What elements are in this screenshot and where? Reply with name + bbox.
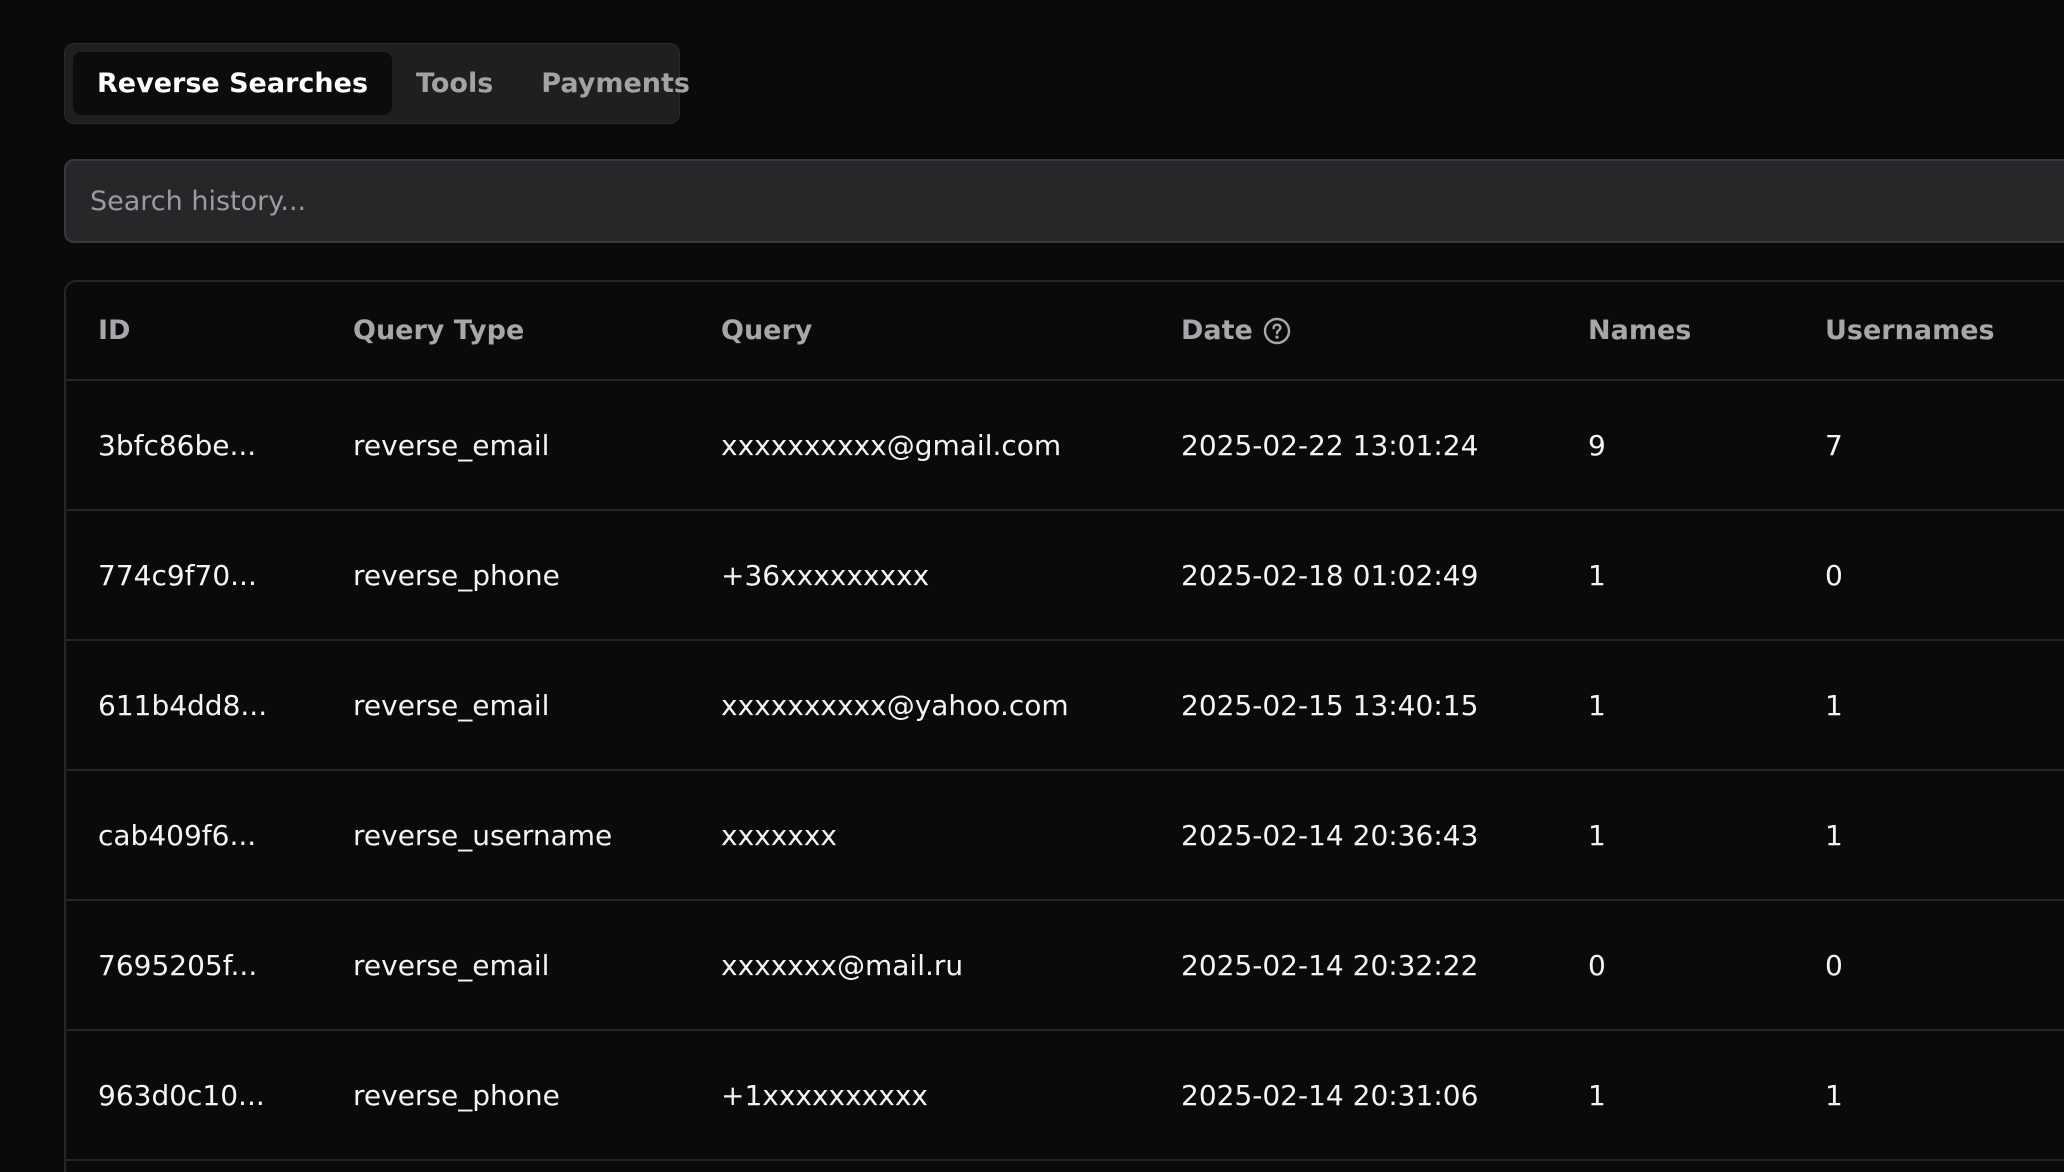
cell-date: 2025-02-14 20:32:22 (1181, 948, 1479, 982)
cell-id: 774c9f70... (98, 558, 257, 592)
cell-id: 7695205f... (98, 948, 258, 982)
cell-id: 963d0c10... (98, 1078, 265, 1112)
cell-date: 2025-02-14 20:31:06 (1181, 1078, 1479, 1112)
cell-date: 2025-02-14 20:36:43 (1181, 818, 1479, 852)
table-row[interactable]: 7695205f... reverse_email xxxxxxx@mail.r… (66, 901, 2064, 1031)
table-row[interactable]: 611b4dd8... reverse_email xxxxxxxxxx@yah… (66, 641, 2064, 771)
table-header: ID Query Type Query Date Names Usernames (66, 282, 2064, 381)
cell-query: +1xxxxxxxxxx (721, 1078, 928, 1112)
cell-names: 1 (1588, 818, 1606, 852)
cell-usernames: 0 (1825, 948, 1843, 982)
cell-usernames: 7 (1825, 428, 1843, 462)
cell-names: 9 (1588, 428, 1606, 462)
cell-id: cab409f6... (98, 818, 257, 852)
cell-query-type: reverse_username (353, 818, 613, 852)
table-body: 3bfc86be... reverse_email xxxxxxxxxx@gma… (66, 381, 2064, 1161)
cell-query-type: reverse_email (353, 688, 550, 722)
cell-query-type: reverse_email (353, 428, 550, 462)
cell-query: xxxxxxx@mail.ru (721, 948, 964, 982)
column-header-id[interactable]: ID (98, 282, 130, 379)
table-row[interactable]: 774c9f70... reverse_phone +36xxxxxxxxx 2… (66, 511, 2064, 641)
cell-query-type: reverse_email (353, 948, 550, 982)
cell-names: 1 (1588, 558, 1606, 592)
history-page: Reverse Searches Tools Payments ID Query… (0, 0, 2064, 1172)
cell-usernames: 1 (1825, 688, 1843, 722)
date-header-label: Date (1181, 315, 1253, 346)
tab-payments[interactable]: Payments (517, 52, 714, 115)
history-table: ID Query Type Query Date Names Usernames… (64, 280, 2064, 1172)
search-input[interactable] (66, 161, 2064, 241)
cell-query: +36xxxxxxxxx (721, 558, 930, 592)
cell-usernames: 0 (1825, 558, 1843, 592)
cell-date: 2025-02-15 13:40:15 (1181, 688, 1479, 722)
tab-bar: Reverse Searches Tools Payments (64, 43, 690, 124)
column-header-usernames[interactable]: Usernames (1825, 282, 1995, 379)
cell-usernames: 1 (1825, 1078, 1843, 1112)
help-circle-icon[interactable] (1263, 317, 1291, 345)
table-row[interactable]: 963d0c10... reverse_phone +1xxxxxxxxxx 2… (66, 1031, 2064, 1161)
cell-id: 3bfc86be... (98, 428, 257, 462)
cell-id: 611b4dd8... (98, 688, 268, 722)
cell-query-type: reverse_phone (353, 1078, 560, 1112)
cell-names: 1 (1588, 688, 1606, 722)
column-header-query[interactable]: Query (721, 282, 812, 379)
cell-query-type: reverse_phone (353, 558, 560, 592)
cell-date: 2025-02-18 01:02:49 (1181, 558, 1479, 592)
cell-names: 0 (1588, 948, 1606, 982)
table-row[interactable]: cab409f6... reverse_username xxxxxxx 202… (66, 771, 2064, 901)
column-header-names[interactable]: Names (1588, 282, 1691, 379)
column-header-query-type[interactable]: Query Type (353, 282, 524, 379)
search-box (64, 159, 2064, 243)
tab-reverse-searches[interactable]: Reverse Searches (73, 52, 393, 115)
cell-query: xxxxxxx (721, 818, 837, 852)
cell-date: 2025-02-22 13:01:24 (1181, 428, 1479, 462)
cell-usernames: 1 (1825, 818, 1843, 852)
cell-names: 1 (1588, 1078, 1606, 1112)
table-row[interactable]: 3bfc86be... reverse_email xxxxxxxxxx@gma… (66, 381, 2064, 511)
tab-tools[interactable]: Tools (392, 52, 517, 115)
column-header-date[interactable]: Date (1181, 282, 1291, 379)
cell-query: xxxxxxxxxx@yahoo.com (721, 688, 1069, 722)
cell-query: xxxxxxxxxx@gmail.com (721, 428, 1062, 462)
